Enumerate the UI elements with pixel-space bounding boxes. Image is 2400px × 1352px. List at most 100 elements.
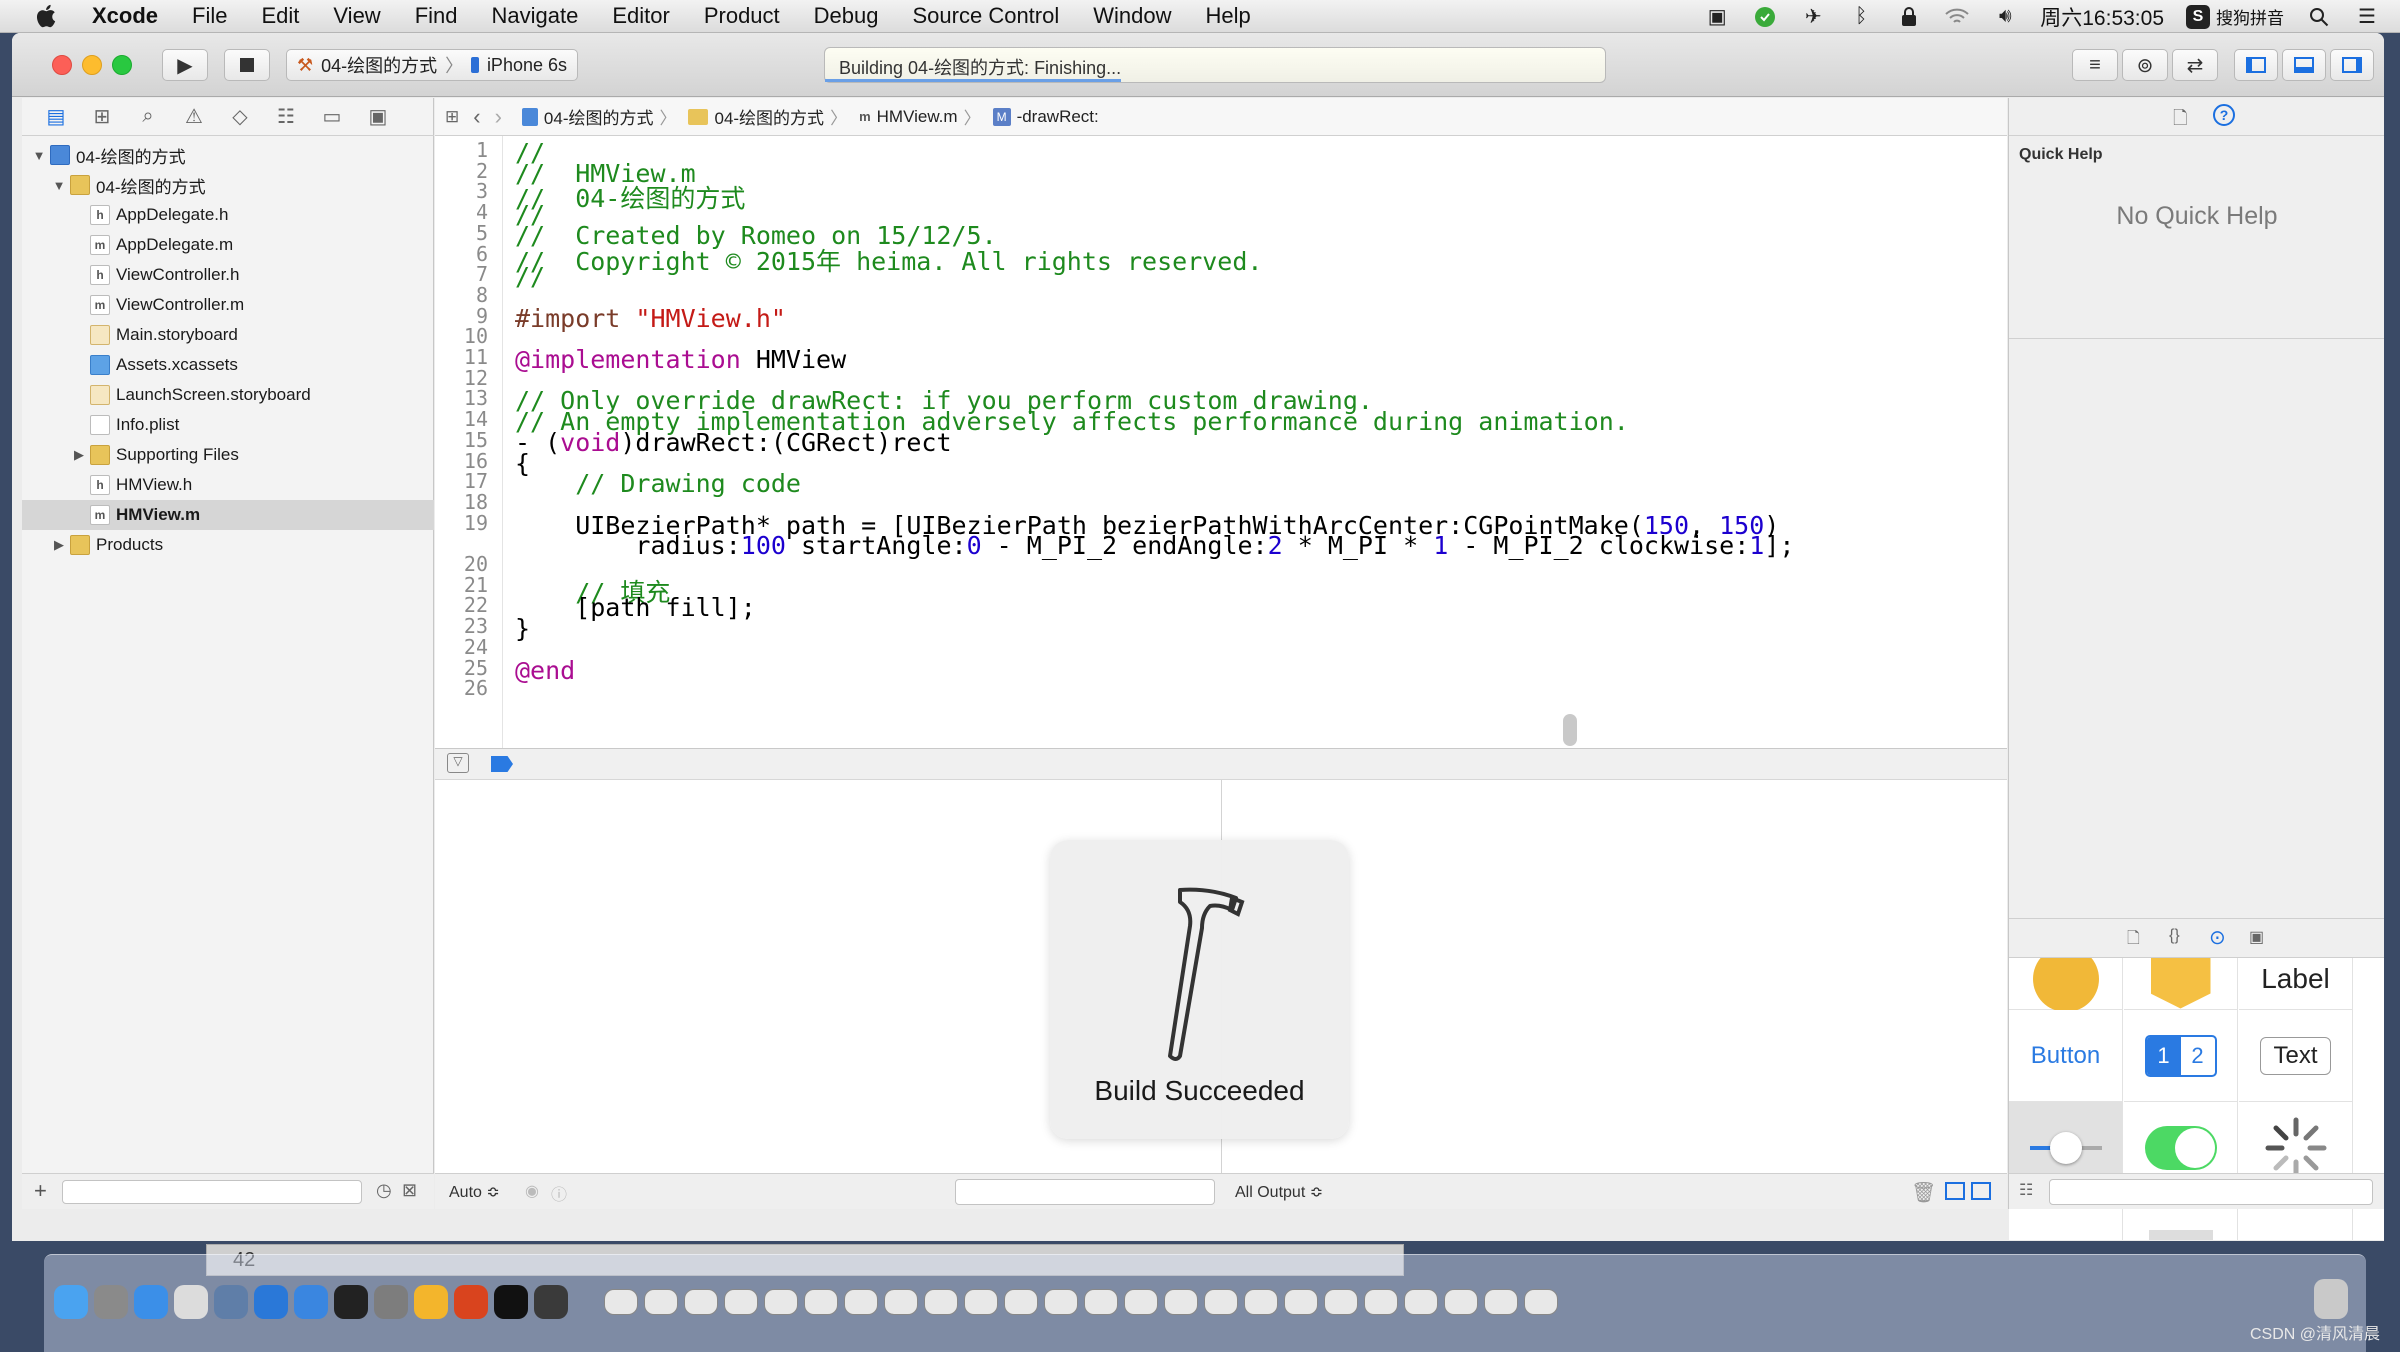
menu-view[interactable]: View bbox=[333, 3, 380, 29]
menu-product[interactable]: Product bbox=[704, 3, 780, 29]
navigator-row[interactable]: Assets.xcassets bbox=[22, 350, 434, 380]
minimized-window-thumbnail[interactable] bbox=[1444, 1289, 1478, 1315]
related-items-icon[interactable]: ⊞ bbox=[445, 107, 459, 127]
code-line[interactable]: // 04-绘图的方式 bbox=[515, 179, 745, 215]
navigator-row[interactable]: h HMView.h bbox=[22, 470, 434, 500]
run-button[interactable]: ▶ bbox=[162, 49, 208, 81]
menu-help[interactable]: Help bbox=[1206, 3, 1251, 29]
minimized-window-thumbnail[interactable] bbox=[1044, 1289, 1078, 1315]
menu-editor[interactable]: Editor bbox=[612, 3, 669, 29]
navigator-row[interactable]: ▶ Supporting Files bbox=[22, 440, 434, 470]
code-line[interactable]: @end bbox=[515, 656, 575, 685]
code-line[interactable]: // bbox=[515, 262, 545, 291]
add-icon[interactable]: + bbox=[34, 1178, 47, 1204]
code-line[interactable]: radius:100 startAngle:0 - M_PI_2 endAngl… bbox=[515, 531, 1794, 560]
volume-icon[interactable]: 🔊︎ bbox=[1992, 5, 2018, 28]
menu-app-xcode[interactable]: Xcode bbox=[92, 3, 158, 29]
minimized-window-thumbnail[interactable] bbox=[1244, 1289, 1278, 1315]
eye-icon[interactable]: ◉ bbox=[525, 1181, 539, 1201]
menu-file[interactable]: File bbox=[192, 3, 227, 29]
minimized-window-thumbnail[interactable] bbox=[1484, 1289, 1518, 1315]
code-line[interactable]: @implementation HMView bbox=[515, 345, 846, 374]
scm-filter-icon[interactable]: ⊠ bbox=[402, 1180, 417, 1201]
navigator-row[interactable]: m AppDelegate.m bbox=[22, 230, 434, 260]
toggle-navigator-button[interactable] bbox=[2234, 49, 2278, 81]
lock-icon[interactable] bbox=[1896, 6, 1922, 28]
minimized-window-thumbnail[interactable] bbox=[1084, 1289, 1118, 1315]
jump-crumb-group[interactable]: 04-绘图的方式 〉 bbox=[688, 104, 847, 129]
minimized-window-thumbnail[interactable] bbox=[1324, 1289, 1358, 1315]
toggle-debug-area-button[interactable] bbox=[2282, 49, 2326, 81]
input-method[interactable]: S 搜狗拼音 bbox=[2186, 4, 2284, 29]
screen-record-icon[interactable]: ▣ bbox=[1704, 6, 1730, 28]
menu-clock[interactable]: 周六16:53:05 bbox=[2040, 2, 2164, 32]
library-filter-field[interactable] bbox=[2049, 1179, 2373, 1205]
code-snippet-icon[interactable]: {} bbox=[2169, 927, 2180, 945]
system-preferences-icon[interactable] bbox=[374, 1285, 408, 1319]
library-item-segmented-control[interactable]: 1 2 bbox=[2124, 1010, 2238, 1102]
menu-find[interactable]: Find bbox=[415, 3, 458, 29]
console-output-selector[interactable]: All Output ≎ bbox=[1235, 1182, 1323, 1202]
close-window-button[interactable] bbox=[52, 55, 72, 75]
code-line[interactable]: [path fill]; bbox=[515, 593, 756, 622]
back-arrow-icon[interactable]: ‹ bbox=[473, 104, 480, 130]
minimized-window-thumbnail[interactable] bbox=[1004, 1289, 1038, 1315]
jump-crumb-file[interactable]: m HMView.m 〉 bbox=[859, 104, 981, 129]
minimized-window-thumbnail[interactable] bbox=[884, 1289, 918, 1315]
xcode-beta-icon[interactable] bbox=[294, 1285, 328, 1319]
toggle-utilities-button[interactable] bbox=[2330, 49, 2374, 81]
code-line[interactable]: #import "HMView.h" bbox=[515, 304, 786, 333]
navigator-filter-field[interactable] bbox=[62, 1180, 362, 1204]
navigator-row[interactable]: ▼ 04-绘图的方式 bbox=[22, 140, 434, 170]
library-item-av-player[interactable] bbox=[2009, 958, 2123, 1012]
notification-center-icon[interactable]: ☰ bbox=[2354, 6, 2380, 28]
file-template-icon[interactable]: 🗋 bbox=[2127, 927, 2140, 954]
minimized-window-thumbnail[interactable] bbox=[764, 1289, 798, 1315]
library-item-object[interactable] bbox=[2124, 958, 2238, 1010]
code-line[interactable]: } bbox=[515, 614, 530, 643]
navigator-row[interactable]: ▶ Products bbox=[22, 530, 434, 560]
code-line[interactable]: // Copyright © 2015年 heima. All rights r… bbox=[515, 242, 1262, 278]
split-left-icon[interactable] bbox=[1945, 1182, 1965, 1200]
media-library-icon[interactable]: ▣ bbox=[2249, 927, 2264, 947]
navigator-row[interactable]: m ViewController.m bbox=[22, 290, 434, 320]
paw-icon[interactable] bbox=[454, 1285, 488, 1319]
mouse-icon[interactable] bbox=[174, 1285, 208, 1319]
apple-icon[interactable] bbox=[30, 2, 64, 30]
wifi-icon[interactable] bbox=[1944, 6, 1970, 28]
library-item-label[interactable]: Label bbox=[2239, 958, 2353, 1010]
terminal-icon[interactable] bbox=[334, 1285, 368, 1319]
code-line[interactable]: // Drawing code bbox=[515, 469, 801, 498]
navigator-row[interactable]: ▼ 04-绘图的方式 bbox=[22, 170, 434, 200]
library-item-button[interactable]: Button bbox=[2009, 1010, 2123, 1102]
code-line[interactable]: - (void)drawRect:(CGRect)rect bbox=[515, 428, 952, 457]
grid-list-toggle-icon[interactable]: ☷ bbox=[2019, 1180, 2033, 1200]
menu-edit[interactable]: Edit bbox=[261, 3, 299, 29]
menu-navigate[interactable]: Navigate bbox=[492, 3, 579, 29]
object-library-icon[interactable]: ⊙ bbox=[2209, 925, 2226, 950]
minimize-window-button[interactable] bbox=[82, 55, 102, 75]
forward-arrow-icon[interactable]: › bbox=[495, 104, 502, 130]
minimized-window-thumbnail[interactable] bbox=[644, 1289, 678, 1315]
file-inspector-icon[interactable]: 🗋 bbox=[2173, 106, 2187, 136]
minimized-window-thumbnail[interactable] bbox=[804, 1289, 838, 1315]
jump-crumb-project[interactable]: 04-绘图的方式 〉 bbox=[521, 104, 676, 129]
console-icon[interactable] bbox=[494, 1285, 528, 1319]
trash-icon[interactable]: 🗑︎ bbox=[1911, 1180, 1936, 1205]
minimized-window-thumbnail[interactable] bbox=[1404, 1289, 1438, 1315]
minimized-window-thumbnail[interactable] bbox=[844, 1289, 878, 1315]
quicktime-icon[interactable] bbox=[534, 1285, 568, 1319]
hide-debug-area-icon[interactable]: ▽ bbox=[447, 753, 469, 773]
navigator-row[interactable]: h ViewController.h bbox=[22, 260, 434, 290]
quick-help-icon[interactable]: ? bbox=[2213, 104, 2235, 126]
test-diamond-icon[interactable]: ◇ bbox=[228, 105, 252, 129]
sync-icon[interactable] bbox=[1752, 6, 1778, 28]
editor-scrollbar[interactable] bbox=[1563, 714, 1577, 746]
split-right-icon[interactable] bbox=[1971, 1182, 1991, 1200]
auto-variables-selector[interactable]: Auto ≎ bbox=[449, 1182, 500, 1202]
variables-filter-field[interactable] bbox=[955, 1179, 1215, 1205]
menu-window[interactable]: Window bbox=[1093, 3, 1171, 29]
breakpoint-icon[interactable]: ▭ bbox=[320, 105, 344, 129]
search-icon[interactable]: ⌕ bbox=[136, 105, 160, 129]
scheme-selector[interactable]: ⚒ 04-绘图的方式 〉 iPhone 6s bbox=[286, 49, 578, 81]
